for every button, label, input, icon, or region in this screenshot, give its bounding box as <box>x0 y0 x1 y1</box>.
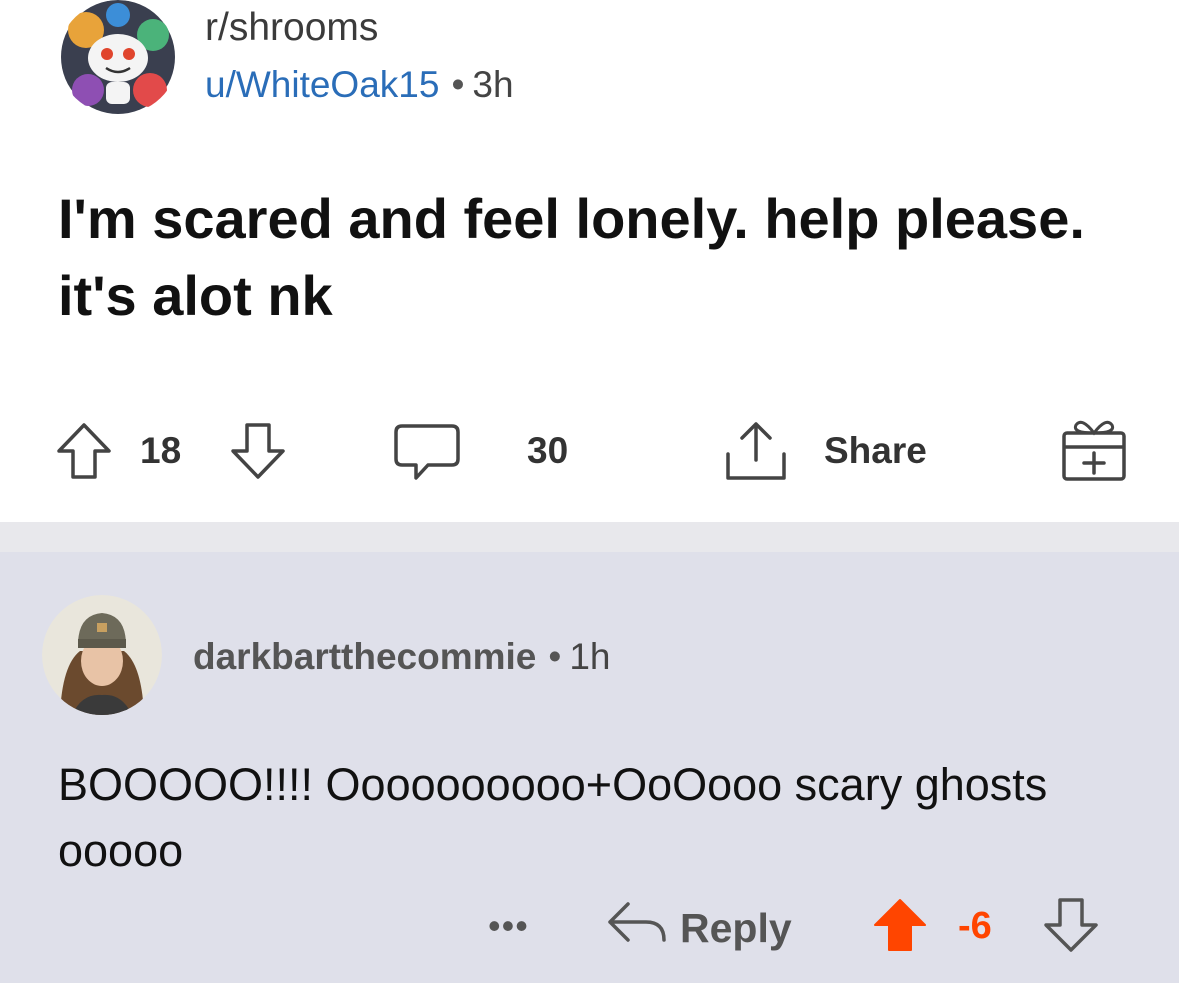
comment-age: 1h <box>569 636 611 677</box>
arrow-down-icon[interactable] <box>227 420 289 487</box>
more-options-button[interactable]: ••• <box>488 905 529 947</box>
share-upload-icon[interactable] <box>720 418 792 489</box>
arrow-up-icon[interactable] <box>53 420 115 487</box>
subreddit-avatar[interactable] <box>58 0 178 115</box>
arrow-down-icon[interactable] <box>1041 895 1101 960</box>
comment-meta: darkbartthecommie • 1h <box>193 636 611 678</box>
meta-separator: • <box>548 636 562 677</box>
speech-bubble-icon[interactable] <box>392 421 462 488</box>
section-divider <box>0 522 1179 552</box>
gift-award-icon[interactable] <box>1058 415 1130 490</box>
subreddit-name[interactable]: r/shrooms <box>205 6 378 50</box>
comment-body: BOOOOO!!!! Oooooooooo+OoOooo scary ghost… <box>58 759 1048 876</box>
meta-separator: • <box>451 64 465 105</box>
post-score: 18 <box>140 430 182 471</box>
comment-author[interactable]: darkbartthecommie <box>193 636 536 677</box>
reply-button[interactable]: Reply <box>680 905 792 952</box>
post-author[interactable]: u/WhiteOak15 <box>205 64 439 105</box>
post-age: 3h <box>472 64 514 105</box>
comment-score: -6 <box>958 905 992 947</box>
arrow-up-icon[interactable] <box>870 895 930 960</box>
share-button[interactable]: Share <box>824 430 927 472</box>
reply-arrow-icon[interactable] <box>604 896 670 953</box>
avatar[interactable] <box>42 595 162 715</box>
comments-count[interactable]: 30 <box>527 430 568 472</box>
post-meta: u/WhiteOak15 • 3h <box>205 64 514 106</box>
post-title[interactable]: I'm scared and feel lonely. help please.… <box>58 180 1148 334</box>
